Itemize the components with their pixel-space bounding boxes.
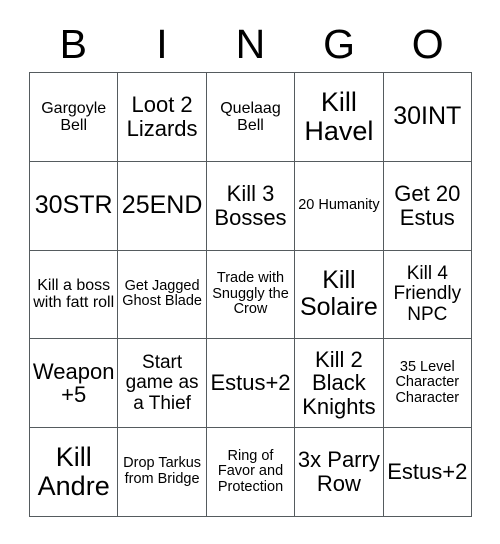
bingo-cell[interactable]: Gargoyle Bell (30, 73, 119, 162)
bingo-cell[interactable]: Kill Solaire (295, 250, 384, 340)
bingo-cell[interactable]: Kill 3 Bosses (206, 161, 296, 251)
bingo-cell-label: Start game as a Thief (125, 351, 199, 414)
bingo-header-letter-g: G (323, 20, 356, 67)
bingo-cell-label: Gargoyle Bell (41, 99, 107, 134)
bingo-cell-label: Kill 2 Black Knights (302, 346, 376, 420)
bingo-cell-label: Weapon +5 (32, 358, 115, 408)
bingo-cell[interactable]: Kill a boss with fatt roll (30, 250, 119, 340)
bingo-header: BINGO (29, 16, 472, 72)
bingo-cell[interactable]: 3x Parry Row (295, 428, 384, 517)
bingo-cell-label: Kill a boss with fatt roll (33, 277, 115, 312)
bingo-cell[interactable]: Estus+2 (383, 428, 472, 517)
bingo-header-letter-o: O (411, 20, 444, 67)
bingo-cell-label: Kill Havel (304, 86, 374, 146)
bingo-cell-label: 25END (121, 191, 203, 220)
bingo-cell-label: 30STR (34, 191, 113, 220)
bingo-cell[interactable]: Estus+2 (206, 339, 296, 429)
bingo-cell[interactable]: 25END (118, 161, 207, 251)
bingo-cell[interactable]: Start game as a Thief (118, 339, 207, 429)
bingo-cell-label: 20 Humanity (298, 196, 380, 213)
bingo-cell[interactable]: 20 Humanity (295, 161, 384, 251)
bingo-cell-label: Get 20 Estus (394, 180, 461, 230)
bingo-cell[interactable]: 35 Level Character Character (383, 339, 472, 429)
bingo-cell-label: Estus+2 (210, 370, 291, 396)
bingo-grid: Gargoyle Bell Loot 2 Lizards Quelaag Bell K… (29, 72, 472, 517)
bingo-cell[interactable]: Kill 4 Friendly NPC (383, 250, 472, 340)
bingo-card: B I N G O Gargoyle Bell Loot 2 Lizards Quelaag… (0, 0, 500, 544)
bingo-cell[interactable]: Kill Havel (295, 73, 384, 162)
bingo-cell-label: 30INT (393, 102, 462, 131)
bingo-cell[interactable]: Loot 2 Lizards (118, 73, 207, 162)
bingo-cell-label: Kill Solaire (299, 266, 378, 322)
bingo-header-letter-b: B (59, 20, 87, 67)
bingo-header-letter-n: N (235, 20, 266, 67)
bingo-cell[interactable]: Drop Tarkus from Bridge (118, 428, 207, 517)
bingo-cell[interactable]: Get Jagged Ghost Blade (118, 250, 207, 340)
bingo-cell[interactable]: 30STR (30, 161, 119, 251)
bingo-cell-label: Kill 3 Bosses (214, 180, 287, 230)
bingo-cell-label: Kill Andre (37, 441, 110, 502)
bingo-cell[interactable]: Quelaag Bell (206, 73, 296, 162)
bingo-cell-label: 35 Level Character Character (395, 358, 460, 407)
bingo-cell[interactable]: Kill 2 Black Knights (295, 339, 384, 429)
bingo-cell-label: Kill 4 Friendly NPC (393, 262, 462, 325)
bingo-cell-label: Ring of Favor and Protection (217, 447, 284, 495)
bingo-header-letter-i: I (156, 20, 168, 67)
bingo-cell-label: Drop Tarkus from Bridge (123, 455, 202, 488)
bingo-cell[interactable]: Kill Andre (30, 428, 119, 517)
bingo-cell[interactable]: Ring of Favor and Protection (206, 428, 296, 517)
bingo-cell[interactable]: 30INT (383, 73, 472, 162)
bingo-cell-label: Estus+2 (387, 459, 468, 485)
bingo-cell-label: Get Jagged Ghost Blade (122, 277, 202, 310)
bingo-cell-label: Quelaag Bell (220, 99, 281, 134)
bingo-cell[interactable]: Get 20 Estus (383, 161, 472, 251)
bingo-cell[interactable]: Weapon +5 (30, 339, 119, 429)
bingo-cell-label: Trade with Snuggly the Crow (212, 270, 289, 318)
bingo-cell[interactable]: Trade with Snuggly the Crow (206, 250, 296, 340)
bingo-cell-label: Loot 2 Lizards (126, 92, 198, 141)
bingo-cell-label: 3x Parry Row (297, 447, 380, 497)
